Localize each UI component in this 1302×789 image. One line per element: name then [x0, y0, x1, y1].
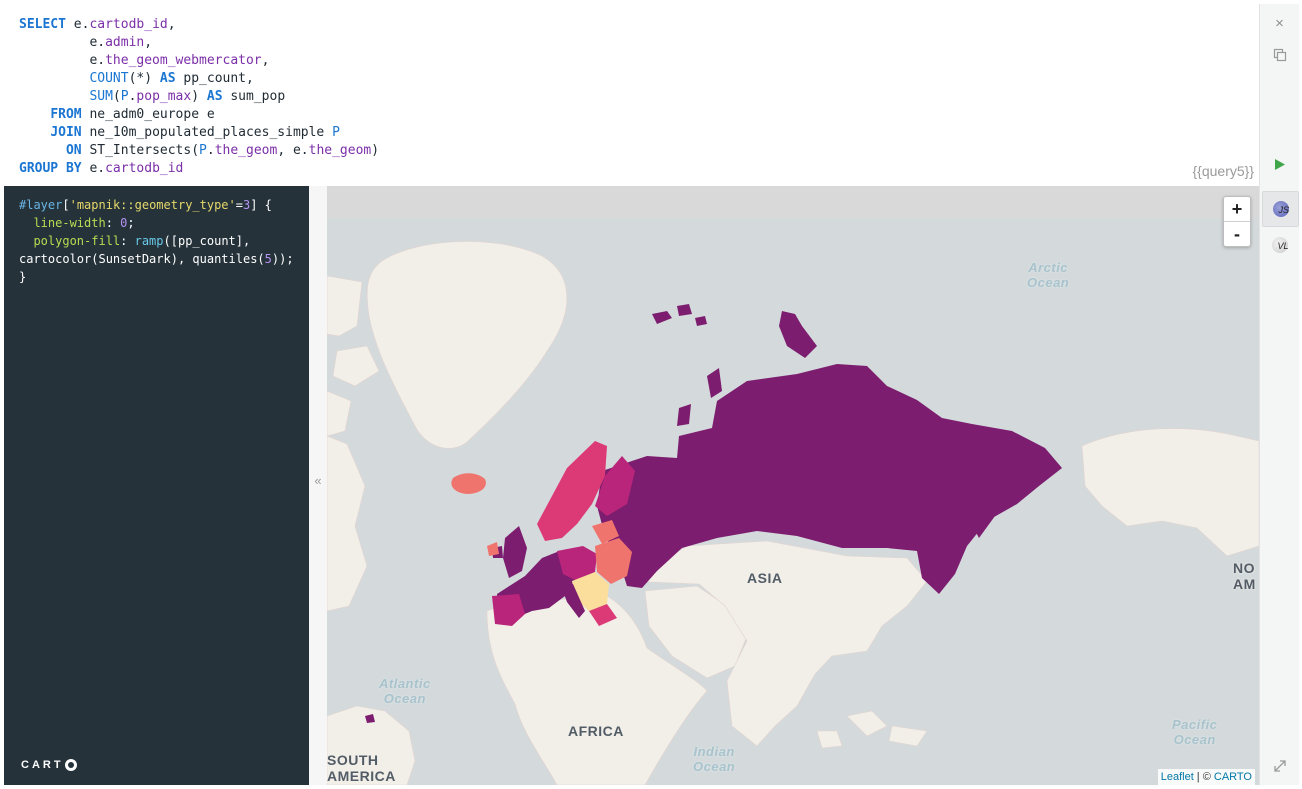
code-token: cartodb_id [89, 17, 168, 32]
panel-splitter[interactable]: « [309, 186, 328, 785]
collapse-icon[interactable]: « [309, 473, 327, 488]
code-token: . [206, 143, 215, 158]
sql-code[interactable]: SELECT e.cartodb_id, e.admin, e.the_geom… [19, 16, 379, 178]
code-token: (*) [128, 71, 160, 86]
code-token: ] { [250, 198, 272, 212]
code-token: FROM [50, 107, 82, 122]
code-token: = [235, 198, 243, 212]
code-token: SUM [89, 89, 113, 104]
code-token: : [105, 216, 121, 230]
code-token: AS [206, 89, 223, 104]
code-token: ( [112, 89, 121, 104]
js-icon: JS [1272, 201, 1289, 217]
code-token: [ [62, 198, 70, 212]
close-icon[interactable]: × [1260, 11, 1299, 35]
label-south-america: SOUTH AMERICA [327, 752, 396, 784]
code-token: P [120, 89, 129, 104]
code-token: ; [127, 216, 135, 230]
label-atlantic-ocean: Atlantic Ocean [379, 676, 431, 706]
zoom-control: + - [1223, 196, 1251, 247]
code-token: e. [65, 17, 90, 32]
code-token: pp_count, [175, 71, 254, 86]
code-token: pop_max [136, 89, 192, 104]
code-token: e. [81, 161, 106, 176]
code-token: , [261, 53, 270, 68]
code-token: AS [159, 71, 176, 86]
code-token: ([pp_count], [163, 234, 251, 248]
label-asia: ASIA [747, 570, 783, 586]
label-north-america: NO AM [1233, 560, 1256, 592]
run-query-icon[interactable] [1260, 152, 1299, 176]
copy-icon[interactable] [1260, 43, 1299, 67]
code-token: ) [371, 143, 380, 158]
code-token: cartodb_id [105, 161, 184, 176]
code-token: , e. [277, 143, 309, 158]
code-token: admin [105, 35, 145, 50]
zoom-in-button[interactable]: + [1224, 197, 1250, 222]
code-token: SELECT [19, 17, 66, 32]
code-token: #layer [19, 198, 63, 212]
vl-renderer-toggle[interactable]: VL [1260, 230, 1299, 260]
cartocss-code[interactable]: #layer['mapnik::geometry_type'=3] { line… [19, 196, 294, 286]
code-token: GROUP BY [19, 161, 82, 176]
code-token: cartocolor(SunsetDark), quantiles( [19, 252, 265, 266]
leaflet-link[interactable]: Leaflet [1161, 771, 1194, 783]
cartocss-editor[interactable]: #layer['mapnik::geometry_type'=3] { line… [4, 186, 309, 785]
code-token: e. [19, 35, 106, 50]
js-renderer-toggle[interactable]: JS [1262, 191, 1299, 227]
label-pacific-ocean: Pacific Ocean [1172, 717, 1218, 747]
code-token: } [19, 270, 27, 284]
code-token: COUNT [89, 71, 129, 86]
right-toolbar: × JS VL [1259, 4, 1299, 785]
code-token: polygon-fill [33, 234, 121, 248]
code-token: line-width [33, 216, 106, 230]
carto-logo: CART [21, 759, 77, 771]
code-token: , [167, 17, 176, 32]
code-token: )); [271, 252, 294, 266]
code-token: ramp [134, 234, 164, 248]
code-token: JOIN [50, 125, 82, 140]
code-token: ) [191, 89, 207, 104]
code-token: 'mapnik::geometry_type' [69, 198, 236, 212]
map-attribution: Leaflet | © CARTO [1157, 769, 1255, 785]
code-token: : [120, 234, 135, 248]
label-africa: AFRICA [568, 723, 624, 739]
code-token: P [332, 125, 340, 140]
code-token: e. [19, 53, 106, 68]
map-top-bar [327, 186, 1259, 218]
code-token: ne_10m_populated_places_simple [81, 125, 333, 140]
code-token: , [144, 35, 153, 50]
code-token: ON [65, 143, 82, 158]
code-token: P [199, 143, 207, 158]
code-token: ST_Intersects( [81, 143, 200, 158]
sql-editor[interactable]: SELECT e.cartodb_id, e.admin, e.the_geom… [4, 4, 1259, 187]
vl-icon: VL [1271, 237, 1289, 253]
zoom-out-button[interactable]: - [1224, 222, 1250, 246]
code-token: the_geom_webmercator [105, 53, 262, 68]
code-token: sum_pop [222, 89, 286, 104]
code-token: ne_adm0_europe e [81, 107, 215, 122]
code-token: 5 [264, 252, 272, 266]
label-arctic-ocean: Arctic Ocean [1027, 260, 1070, 290]
carto-logo-mark [64, 759, 77, 771]
map-view[interactable]: + - Arctic Ocean Atlantic Ocean Indian O… [327, 186, 1259, 785]
code-token: the_geom [214, 143, 278, 158]
expand-icon[interactable] [1260, 754, 1299, 778]
map-canvas[interactable] [327, 186, 1259, 785]
query-name-tag: {{query5}} [1192, 163, 1254, 179]
label-indian-ocean: Indian Ocean [693, 744, 736, 774]
carto-link[interactable]: CARTO [1214, 771, 1252, 783]
code-token: the_geom [308, 143, 372, 158]
